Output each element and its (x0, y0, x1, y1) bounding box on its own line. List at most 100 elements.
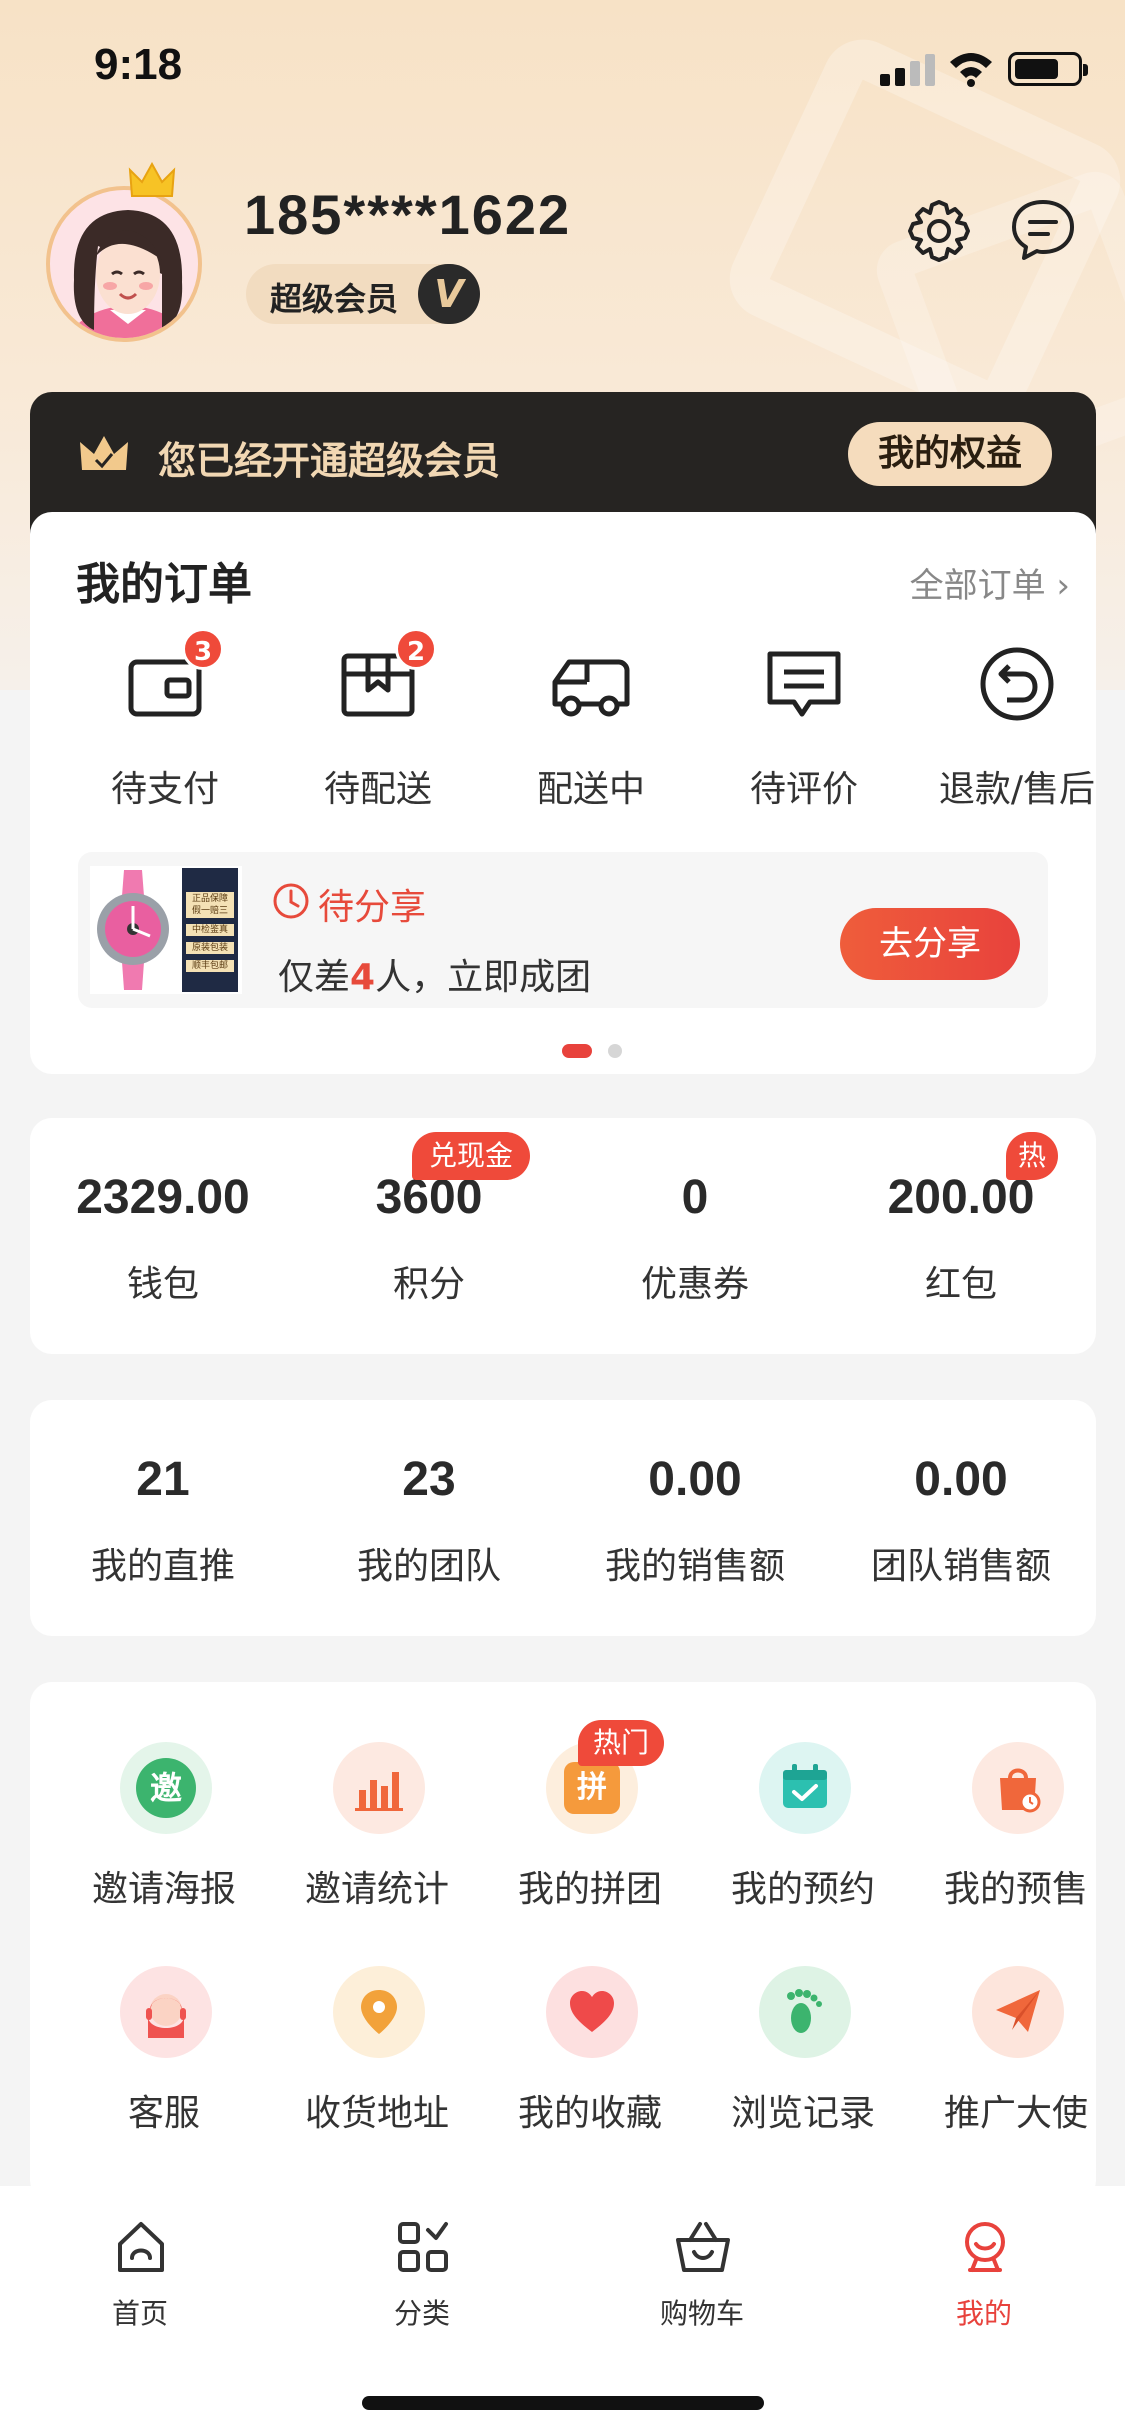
asset-points[interactable]: 3600 积分 (296, 1170, 562, 1307)
service-label: 我的收藏 (517, 2093, 662, 2134)
settings-gear-icon[interactable] (904, 196, 974, 266)
footprint-icon (759, 1966, 851, 2058)
orders-title: 我的订单 (76, 559, 252, 610)
tab-label: 分类 (393, 2297, 450, 2330)
image-text: 假一赔三 (191, 906, 228, 916)
cellular-signal-icon (880, 52, 936, 86)
asset-value: 200.00 (887, 1171, 1035, 1224)
image-text: 中检鉴真 (191, 925, 228, 935)
vip-banner-text: 您已经开通超级会员 (158, 439, 501, 483)
tab-label: 首页 (111, 2297, 168, 2330)
customer-service-icon (120, 1966, 212, 2058)
service-shipping-address[interactable]: 收货地址 (287, 1966, 467, 2166)
asset-label: 钱包 (126, 1264, 199, 1305)
group-share-panel: 正品保障 假一赔三 中检鉴真 原装包装 顺丰包邮 待分享 仅差4人，立即成团 去… (78, 852, 1048, 1008)
refund-icon (980, 647, 1054, 721)
invite-poster-icon: 邀 (120, 1742, 212, 1834)
assets-card: 2329.00 钱包 3600 积分 兑现金 0 优惠券 200.00 红包 热 (30, 1118, 1096, 1354)
order-item-label: 配送中 (536, 769, 645, 810)
tab-category[interactable]: 分类 (342, 2218, 502, 2348)
basket-icon (676, 2222, 730, 2272)
presale-bag-icon (972, 1742, 1064, 1834)
category-icon (398, 2222, 448, 2272)
location-pin-icon (333, 1966, 425, 2058)
service-label: 收货地址 (304, 2093, 449, 2134)
all-orders-link[interactable]: 全部订单 › (910, 558, 1070, 607)
status-bar: 9:18 (0, 0, 1125, 140)
asset-wallet[interactable]: 2329.00 钱包 (30, 1170, 296, 1307)
team-value: 0.00 (914, 1453, 1008, 1506)
team-members[interactable]: 23 我的团队 (296, 1452, 562, 1589)
my-rights-button[interactable]: 我的权益 (848, 422, 1052, 486)
asset-coupons[interactable]: 0 优惠券 (562, 1170, 828, 1307)
calendar-check-icon (759, 1742, 851, 1834)
order-refund-aftersale[interactable]: 退款/售后 (922, 642, 1112, 812)
order-item-label: 退款/售后 (938, 769, 1096, 810)
asset-value: 0 (681, 1171, 709, 1224)
tab-label: 购物车 (659, 2297, 744, 2330)
product-image[interactable]: 正品保障 假一赔三 中检鉴真 原装包装 顺丰包邮 (90, 866, 242, 994)
remaining-count: 4 (350, 957, 376, 998)
avatar[interactable] (46, 186, 202, 342)
member-label: 超级会员 (270, 280, 399, 318)
chevron-right-icon: › (1056, 566, 1070, 606)
team-stats-card: 21 我的直推 23 我的团队 0.00 我的销售额 0.00 团队销售额 (30, 1400, 1096, 1636)
member-badge[interactable]: 超级会员 V (246, 264, 480, 324)
tab-home[interactable]: 首页 (60, 2218, 220, 2348)
tab-profile[interactable]: 我的 (904, 2218, 1064, 2348)
team-label: 团队销售额 (870, 1546, 1051, 1587)
hot-tag: 热 (1006, 1132, 1058, 1180)
image-text: 原装包装 (191, 943, 228, 953)
carousel-dot (608, 1044, 622, 1058)
team-my-sales[interactable]: 0.00 我的销售额 (562, 1452, 828, 1589)
service-group-buy[interactable]: 拼 热门 我的拼团 (500, 1720, 680, 1942)
order-pending-payment[interactable]: 3 待支付 (70, 628, 260, 812)
service-reservations[interactable]: 我的预约 (713, 1742, 893, 1942)
carousel-dot-active (562, 1044, 592, 1058)
team-label: 我的团队 (356, 1546, 501, 1587)
service-invite-stats[interactable]: 邀请统计 (287, 1742, 467, 1942)
wifi-icon (950, 53, 992, 87)
service-label: 邀请统计 (304, 1869, 449, 1910)
message-bubble-icon[interactable] (1008, 194, 1078, 264)
member-v-mark: V (418, 264, 480, 324)
team-direct-referrals[interactable]: 21 我的直推 (30, 1452, 296, 1589)
order-count-badge: 2 (395, 628, 437, 670)
heart-icon (546, 1966, 638, 2058)
service-label: 浏览记录 (730, 2093, 875, 2134)
home-indicator[interactable] (362, 2396, 764, 2410)
orders-card: 我的订单 全部订单 › 3 待支付 2 待配送 配送中 待评价 退款/售后 正品… (30, 512, 1096, 1074)
order-item-label: 待评价 (749, 769, 858, 810)
service-customer-support[interactable]: 客服 (74, 1966, 254, 2166)
go-share-button[interactable]: 去分享 (840, 908, 1020, 980)
service-invite-poster[interactable]: 邀 邀请海报 (74, 1742, 254, 1942)
team-value: 21 (136, 1453, 190, 1506)
order-pending-delivery[interactable]: 2 待配送 (283, 628, 473, 812)
hot-tag: 热门 (578, 1720, 664, 1766)
bar-chart-icon (333, 1742, 425, 1834)
service-browse-history[interactable]: 浏览记录 (713, 1966, 893, 2166)
service-promotion-ambassador[interactable]: 推广大使 (926, 1966, 1106, 2166)
order-pending-review[interactable]: 待评价 (709, 642, 899, 812)
team-label: 我的直推 (90, 1546, 235, 1587)
crown-icon (128, 162, 176, 197)
service-presale[interactable]: 我的预售 (926, 1742, 1106, 1942)
truck-icon (552, 659, 630, 717)
image-text: 顺丰包邮 (191, 961, 228, 971)
service-label: 我的预售 (943, 1869, 1088, 1910)
all-orders-label: 全部订单 (909, 566, 1046, 606)
service-favorites[interactable]: 我的收藏 (500, 1966, 680, 2166)
team-total-sales[interactable]: 0.00 团队销售额 (828, 1452, 1094, 1589)
asset-red-packet[interactable]: 200.00 红包 (828, 1170, 1094, 1307)
order-in-delivery[interactable]: 配送中 (496, 642, 686, 812)
order-item-label: 待支付 (110, 769, 219, 810)
team-value: 23 (402, 1453, 456, 1506)
order-item-label: 待配送 (323, 769, 432, 810)
user-phone: 185****1622 (244, 183, 572, 246)
tab-label: 我的 (955, 2297, 1012, 2330)
vip-crown-icon (80, 436, 128, 470)
tab-cart[interactable]: 购物车 (622, 2218, 782, 2348)
service-label: 推广大使 (943, 2093, 1088, 2134)
battery-level (1015, 59, 1058, 79)
services-card: 邀 邀请海报 邀请统计 拼 热门 我的拼团 我的预约 我的预售 客服 收货地址 … (30, 1682, 1096, 2202)
